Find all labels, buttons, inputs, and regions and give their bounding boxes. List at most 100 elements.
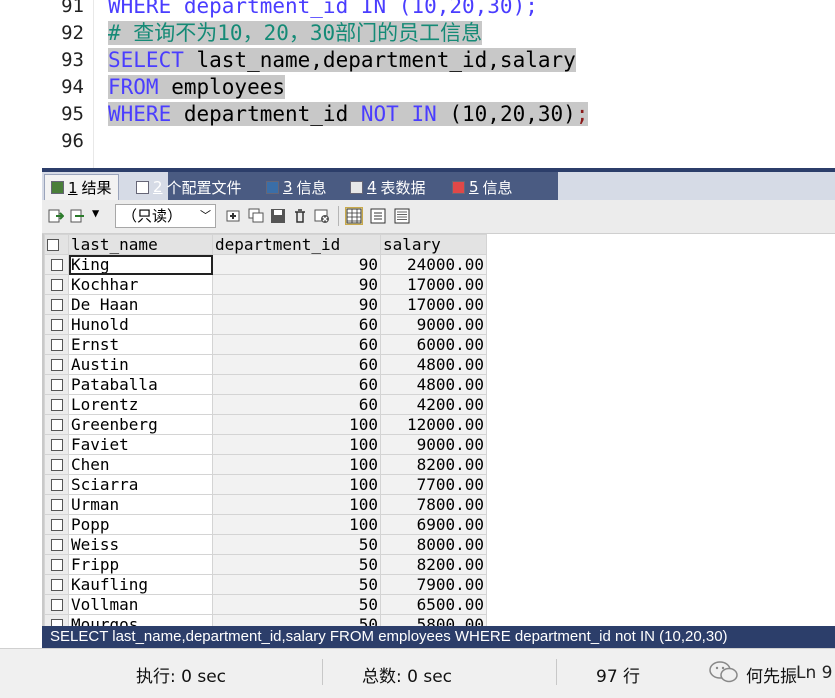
table-row[interactable]: Mourgos 50 5800.00 (44, 614, 487, 626)
table-row[interactable]: Kochhar 90 17000.00 (44, 274, 487, 295)
cell-department-id[interactable]: 50 (212, 534, 381, 555)
row-checkbox[interactable] (44, 274, 69, 295)
row-checkbox[interactable] (44, 394, 69, 415)
code-line[interactable]: WHERE department_id NOT IN (10,20,30); (108, 101, 589, 128)
row-checkbox[interactable] (44, 534, 69, 555)
row-checkbox[interactable] (44, 294, 69, 315)
cell-department-id[interactable]: 60 (212, 354, 381, 375)
export-icon[interactable] (48, 208, 64, 224)
row-checkbox[interactable] (44, 554, 69, 575)
cell-department-id[interactable]: 60 (212, 334, 381, 355)
insert-row-icon[interactable] (226, 208, 242, 224)
table-row[interactable]: Urman 100 7800.00 (44, 494, 487, 515)
table-row[interactable]: Greenberg 100 12000.00 (44, 414, 487, 435)
tab-info-color[interactable]: 5 信息 (446, 174, 519, 200)
cell-department-id[interactable]: 50 (212, 594, 381, 615)
tab-table-data[interactable]: 4 表数据 (344, 174, 432, 200)
table-row[interactable]: De Haan 90 17000.00 (44, 294, 487, 315)
cell-department-id[interactable]: 100 (212, 514, 381, 535)
read-only-select[interactable]: （只读） ﹀ (115, 204, 216, 228)
table-row[interactable]: King 90 24000.00 (44, 254, 487, 275)
cell-salary[interactable]: 7900.00 (380, 574, 487, 595)
row-checkbox[interactable] (44, 514, 69, 535)
column-header-last-name[interactable]: last_name (68, 234, 213, 255)
duplicate-row-icon[interactable] (248, 208, 264, 224)
text-view-icon[interactable] (394, 208, 410, 224)
cell-last-name[interactable]: Popp (68, 514, 213, 535)
row-checkbox[interactable] (44, 574, 69, 595)
cell-last-name[interactable]: Sciarra (68, 474, 213, 495)
cell-department-id[interactable]: 90 (212, 254, 381, 275)
code-line[interactable]: WHERE department_id IN (10,20,30); (108, 0, 538, 20)
tab-result-grid[interactable]: 1 结果 (44, 174, 119, 200)
row-checkbox[interactable] (44, 494, 69, 515)
cell-salary[interactable]: 4800.00 (380, 354, 487, 375)
table-row[interactable]: Pataballa 60 4800.00 (44, 374, 487, 395)
cell-salary[interactable]: 24000.00 (380, 254, 487, 275)
cell-salary[interactable]: 9000.00 (380, 314, 487, 335)
import-icon[interactable] (70, 208, 86, 224)
cell-salary[interactable]: 12000.00 (380, 414, 487, 435)
row-checkbox[interactable] (44, 414, 69, 435)
cell-last-name[interactable]: Kochhar (68, 274, 213, 295)
cell-salary[interactable]: 8200.00 (380, 454, 487, 475)
row-checkbox[interactable] (44, 474, 69, 495)
form-view-icon[interactable] (370, 208, 386, 224)
cell-salary[interactable]: 9000.00 (380, 434, 487, 455)
cell-department-id[interactable]: 90 (212, 274, 381, 295)
row-checkbox[interactable] (44, 334, 69, 355)
cell-salary[interactable]: 8200.00 (380, 554, 487, 575)
cell-last-name[interactable]: Fripp (68, 554, 213, 575)
cell-salary[interactable]: 17000.00 (380, 294, 487, 315)
cell-salary[interactable]: 17000.00 (380, 274, 487, 295)
cell-salary[interactable]: 7800.00 (380, 494, 487, 515)
cell-last-name[interactable]: Austin (68, 354, 213, 375)
cell-last-name[interactable]: Pataballa (68, 374, 213, 395)
grid-view-icon[interactable] (345, 207, 363, 225)
cell-department-id[interactable]: 100 (212, 414, 381, 435)
cell-last-name[interactable]: Urman (68, 494, 213, 515)
cell-department-id[interactable]: 90 (212, 294, 381, 315)
cell-department-id[interactable]: 50 (212, 614, 381, 626)
code-line[interactable]: # 查询不为10，20，30部门的员工信息 (108, 20, 483, 47)
cell-last-name[interactable]: De Haan (68, 294, 213, 315)
column-header-salary[interactable]: salary (380, 234, 487, 255)
table-row[interactable]: Ernst 60 6000.00 (44, 334, 487, 355)
select-all-checkbox[interactable] (44, 234, 69, 255)
row-checkbox[interactable] (44, 434, 69, 455)
cell-salary[interactable]: 8000.00 (380, 534, 487, 555)
cell-last-name[interactable]: King (68, 254, 213, 275)
cell-salary[interactable]: 6900.00 (380, 514, 487, 535)
table-row[interactable]: Lorentz 60 4200.00 (44, 394, 487, 415)
cell-salary[interactable]: 4200.00 (380, 394, 487, 415)
row-checkbox[interactable] (44, 254, 69, 275)
tab-profile[interactable]: 2 个配置文件 (130, 174, 248, 200)
cell-department-id[interactable]: 50 (212, 574, 381, 595)
cell-last-name[interactable]: Hunold (68, 314, 213, 335)
cell-last-name[interactable]: Faviet (68, 434, 213, 455)
cell-department-id[interactable]: 100 (212, 474, 381, 495)
table-row[interactable]: Austin 60 4800.00 (44, 354, 487, 375)
table-row[interactable]: Popp 100 6900.00 (44, 514, 487, 535)
cell-last-name[interactable]: Weiss (68, 534, 213, 555)
row-checkbox[interactable] (44, 594, 69, 615)
cell-last-name[interactable]: Mourgos (68, 614, 213, 626)
row-checkbox[interactable] (44, 454, 69, 475)
cell-department-id[interactable]: 60 (212, 374, 381, 395)
code-line[interactable]: FROM employees (108, 74, 286, 101)
table-row[interactable]: Kaufling 50 7900.00 (44, 574, 487, 595)
cell-last-name[interactable]: Chen (68, 454, 213, 475)
row-checkbox[interactable] (44, 314, 69, 335)
cell-salary[interactable]: 4800.00 (380, 374, 487, 395)
cell-department-id[interactable]: 60 (212, 394, 381, 415)
cell-last-name[interactable]: Lorentz (68, 394, 213, 415)
table-row[interactable]: Chen 100 8200.00 (44, 454, 487, 475)
cell-last-name[interactable]: Ernst (68, 334, 213, 355)
code-line[interactable]: SELECT last_name,department_id,salary (108, 47, 576, 74)
result-grid-panel[interactable]: last_name department_id salary King 90 240… (42, 234, 835, 626)
table-row[interactable]: Hunold 60 9000.00 (44, 314, 487, 335)
cell-department-id[interactable]: 50 (212, 554, 381, 575)
table-row[interactable]: Weiss 50 8000.00 (44, 534, 487, 555)
cell-department-id[interactable]: 60 (212, 314, 381, 335)
cancel-icon[interactable] (314, 208, 330, 224)
